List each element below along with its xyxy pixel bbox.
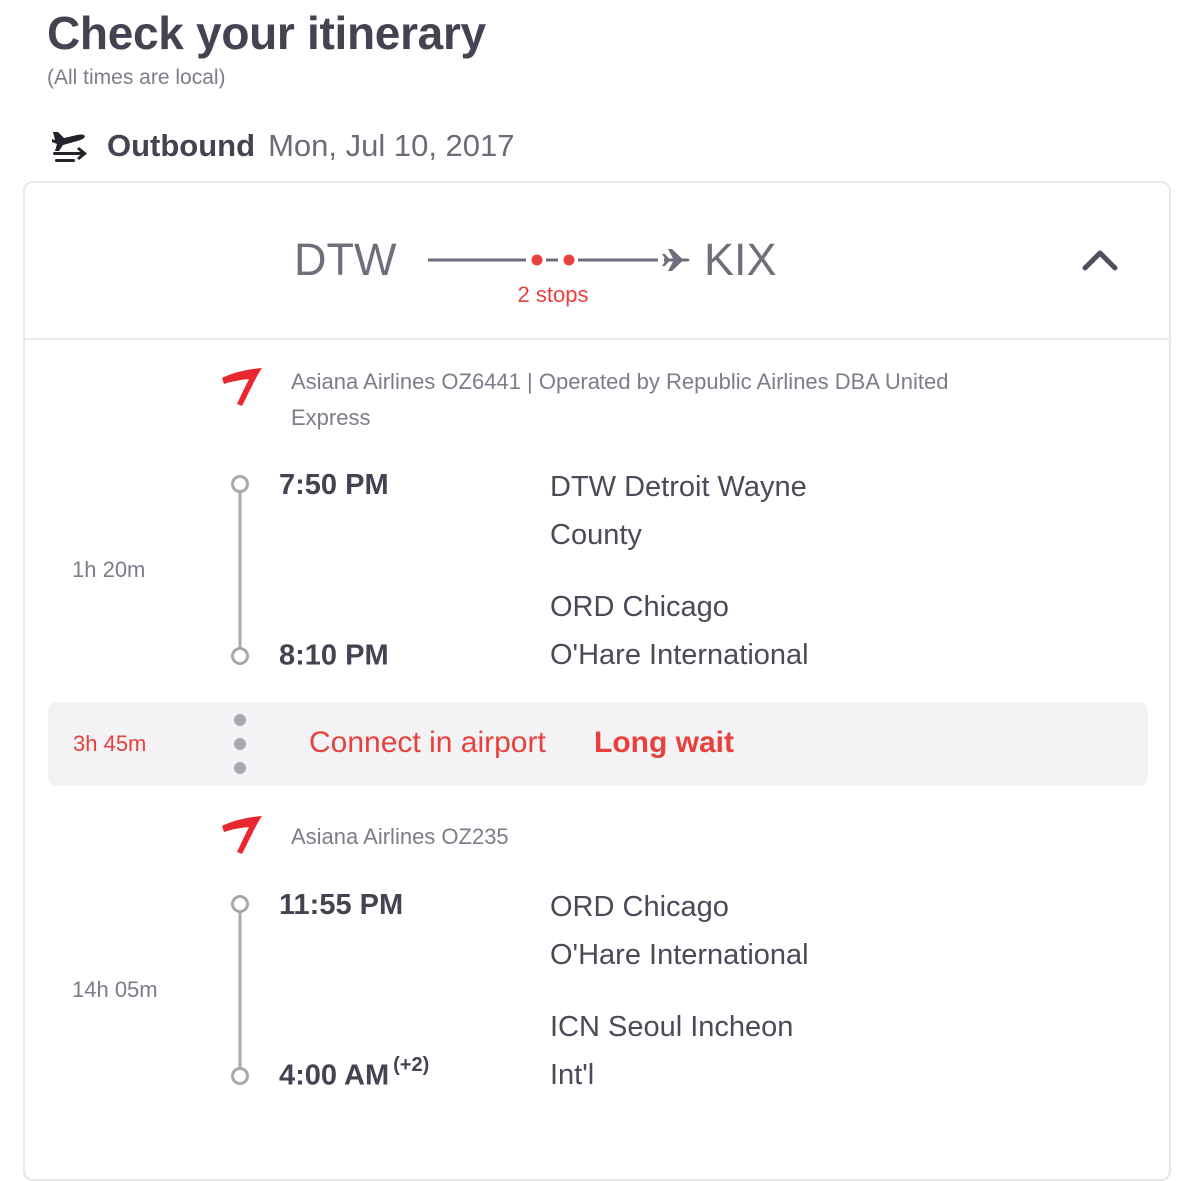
card-header-divider <box>25 338 1171 340</box>
asiana-airlines-logo <box>222 816 262 854</box>
segment-2-depart-airport-line1: ORD Chicago <box>550 891 729 923</box>
segment-2-duration: 14h 05m <box>72 977 158 1002</box>
route-origin: DTW <box>294 234 397 285</box>
segment-2-airline-line1: Asiana Airlines OZ235 <box>291 824 509 849</box>
outbound-heading: Outbound Mon, Jul 10, 2017 <box>50 126 515 166</box>
segment-2-airline: Asiana Airlines OZ235 <box>291 819 1091 855</box>
segment-1-airline: Asiana Airlines OZ6441 | Operated by Rep… <box>291 364 1091 436</box>
page-subtitle: (All times are local) <box>47 66 226 89</box>
segment-1-depart-time: 7:50 PM <box>279 469 389 501</box>
asiana-airlines-logo <box>222 368 262 406</box>
layover-message: Connect in airport <box>309 726 546 759</box>
segment-2-arrive-time-value: 4:00 AM <box>279 1059 390 1092</box>
segment-1-airline-line1: Asiana Airlines OZ6441 | Operated by Rep… <box>291 369 949 394</box>
chevron-up-icon[interactable] <box>1080 247 1120 273</box>
layover-duration: 3h 45m <box>73 731 147 756</box>
segment-1-arrive-airport: ORD Chicago O'Hare International <box>550 583 809 679</box>
outbound-label: Outbound <box>107 128 256 163</box>
layover-warning: Long wait <box>594 726 734 759</box>
segment-1-arrive-airport-line1: ORD Chicago <box>550 591 729 623</box>
segment-1-depart-airport: DTW Detroit Wayne County <box>550 463 807 559</box>
segment-1-airline-line2: Express <box>291 405 371 430</box>
outbound-date: Mon, Jul 10, 2017 <box>268 128 515 163</box>
segment-1-duration: 1h 20m <box>72 557 146 582</box>
segment-2-arrive-airport-line2: Int'l <box>550 1059 595 1091</box>
segment-1-arrive-time-value: 8:10 PM <box>279 639 389 672</box>
route-line-icon <box>428 249 690 271</box>
segment-1-arrive-time: 8:10 PM <box>279 637 393 673</box>
segment-2-depart-airport: ORD Chicago O'Hare International <box>550 883 809 979</box>
route-stops: 2 stops <box>517 282 589 307</box>
segment-2-depart-airport-line2: O'Hare International <box>550 939 809 971</box>
segment-2-arrive-day-offset: (+2) <box>393 1054 430 1076</box>
segment-2-arrive-time: 4:00 AM (+2) <box>279 1054 430 1093</box>
departing-plane-icon <box>52 132 87 162</box>
segment-2-arrive-airport-line1: ICN Seoul Incheon <box>550 1011 794 1043</box>
segment-1-depart-airport-line1: DTW Detroit Wayne <box>550 471 807 503</box>
segment-2-timeline <box>231 895 249 1085</box>
route-destination: KIX <box>704 234 777 285</box>
page-title: Check your itinerary <box>47 7 486 59</box>
layover-dots-icon <box>234 714 246 774</box>
segment-2-depart-time: 11:55 PM <box>279 889 404 921</box>
segment-1-timeline <box>231 475 249 665</box>
segment-2-arrive-airport: ICN Seoul Incheon Int'l <box>550 1003 793 1099</box>
segment-1-depart-airport-line2: County <box>550 519 642 551</box>
segment-1-arrive-airport-line2: O'Hare International <box>550 639 809 671</box>
